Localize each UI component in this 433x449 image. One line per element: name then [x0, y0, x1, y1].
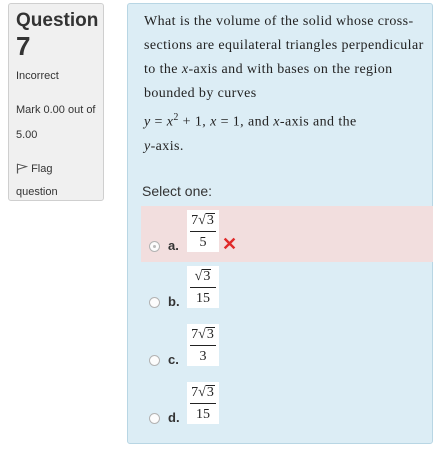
option-fraction: 7√3 15: [187, 382, 219, 424]
question-equation: y = x2 + 1, x = 1, and x-axis and the: [144, 112, 357, 130]
radio-option-b[interactable]: [149, 297, 160, 308]
option-letter: a.: [168, 238, 179, 253]
question-paragraph: What is the volume of the solid whose cr…: [144, 14, 424, 101]
option-letter: c.: [168, 352, 179, 367]
answer-option-b[interactable]: b. √3 15: [141, 264, 433, 320]
question-state: Incorrect: [16, 70, 59, 82]
select-one-prompt: Select one:: [142, 183, 213, 199]
question-grade: Mark 0.00 out of 5.00: [16, 104, 96, 141]
question-content: What is the volume of the solid whose cr…: [127, 3, 433, 444]
cross-icon: ✕: [222, 234, 238, 254]
option-letter: b.: [168, 294, 180, 309]
radio-option-c[interactable]: [149, 355, 160, 366]
option-fraction: √3 15: [187, 266, 219, 308]
question-info-panel: Question 7 Incorrect Mark 0.00 out of 5.…: [8, 3, 104, 201]
answer-option-c[interactable]: c. 7√3 3: [141, 322, 433, 378]
option-letter: d.: [168, 410, 180, 425]
question-paragraph-end: y-axis.: [144, 138, 184, 154]
flag-icon: [16, 163, 28, 174]
option-fraction: 7√3 5: [187, 210, 219, 252]
radio-option-a[interactable]: [149, 241, 160, 252]
question-title: Question: [16, 10, 99, 31]
radio-option-d[interactable]: [149, 413, 160, 424]
flag-question-link[interactable]: Flag question: [16, 158, 96, 204]
question-number: 7: [16, 31, 31, 61]
option-fraction: 7√3 3: [187, 324, 219, 366]
answer-option-a[interactable]: a. 7√3 5 ✕: [141, 206, 433, 262]
question-text: What is the volume of the solid whose cr…: [144, 10, 424, 159]
answer-option-d[interactable]: d. 7√3 15: [141, 380, 433, 436]
